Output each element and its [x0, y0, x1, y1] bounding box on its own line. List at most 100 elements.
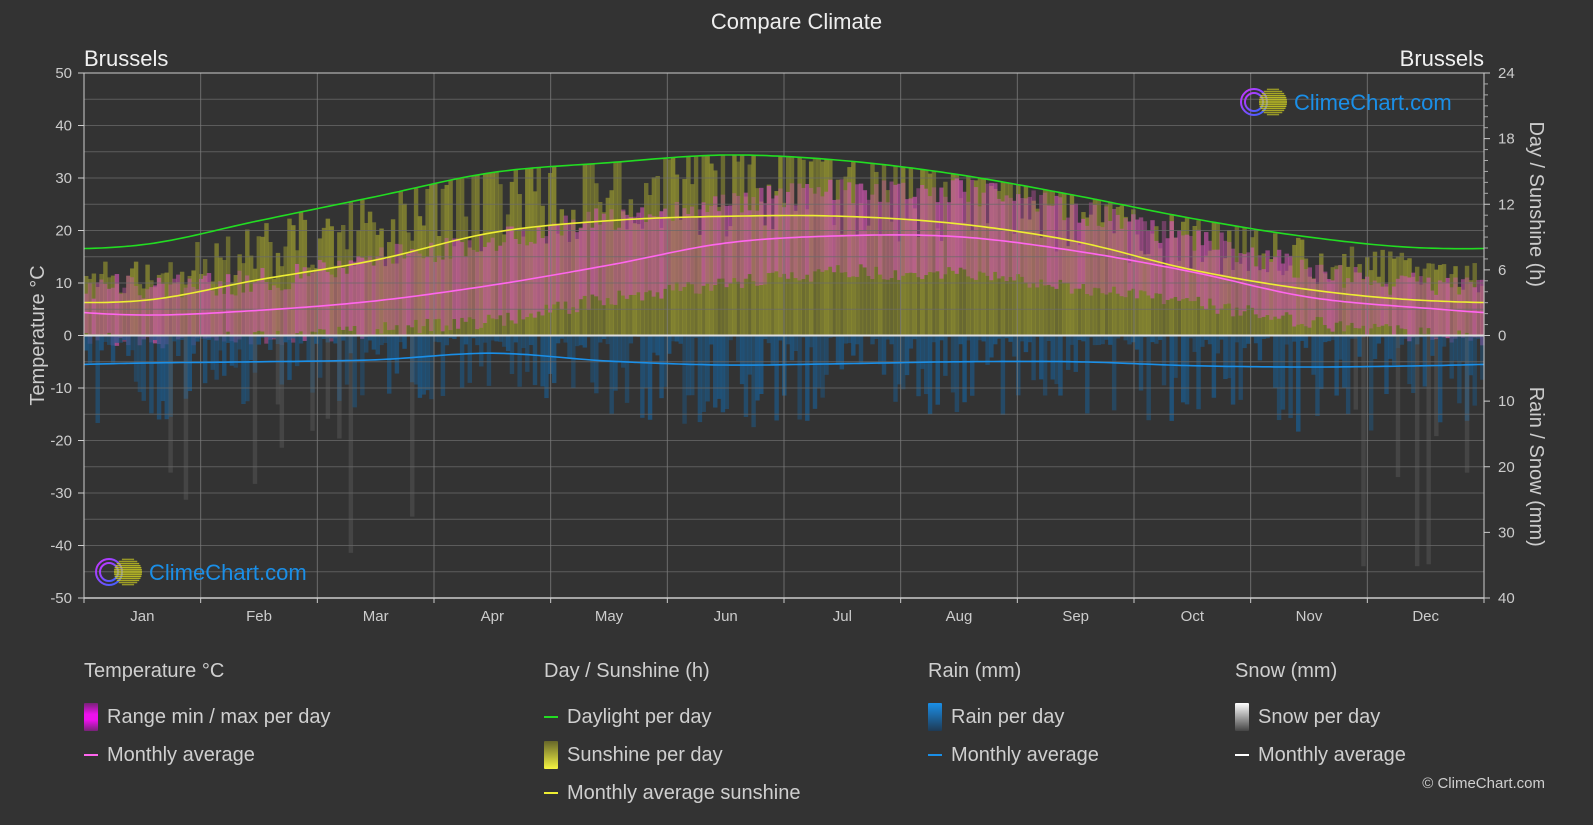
- rain-day-bar: [218, 335, 223, 351]
- rain-day-bar: [517, 335, 522, 387]
- temp-range-day-bar: [1411, 272, 1416, 338]
- month-tick-label: Jun: [714, 608, 738, 625]
- temp-range-day-bar: [774, 195, 779, 272]
- rain-day-bar: [835, 335, 841, 365]
- rain-day-bar: [789, 335, 795, 361]
- rain-day-bar: [141, 335, 146, 401]
- temp-range-day-bar: [107, 288, 112, 333]
- copyright: © ClimeChart.com: [1422, 775, 1545, 792]
- temp-range-day-bar: [1311, 278, 1316, 321]
- temp-range-day-bar: [1192, 250, 1197, 302]
- rain-day-bar: [1092, 335, 1098, 346]
- temp-range-day-bar: [801, 187, 806, 280]
- temp-range-day-bar: [693, 216, 699, 294]
- legend-item: Range min / max per day: [84, 698, 330, 736]
- rain-day-bar: [870, 335, 875, 345]
- temp-range-day-bar: [1012, 200, 1017, 281]
- rain-day-bar: [164, 335, 169, 420]
- legend-item: Rain per day: [928, 698, 1099, 736]
- rain-day-bar: [1284, 335, 1289, 345]
- left-tick-label: 0: [64, 328, 72, 345]
- rain-day-bar: [248, 335, 254, 361]
- rain-day-bar: [306, 335, 311, 362]
- rain-day-bar: [954, 335, 960, 413]
- temp-range-day-bar: [551, 223, 557, 305]
- rain-day-bar: [149, 335, 154, 414]
- rain-day-bar: [1111, 335, 1117, 411]
- temp-range-day-bar: [697, 209, 703, 294]
- left-tick-label: -40: [50, 538, 72, 555]
- rain-day-bar: [1096, 335, 1102, 346]
- rain-day-bar: [597, 335, 603, 343]
- rain-day-bar: [1184, 335, 1190, 405]
- temp-range-day-bar: [1253, 266, 1259, 315]
- line-icon: [84, 754, 98, 756]
- rain-day-bar: [467, 335, 472, 383]
- rain-day-bar: [1085, 335, 1090, 414]
- temp-range-day-bar: [862, 190, 868, 268]
- temp-range-day-bar: [805, 184, 810, 275]
- temp-range-day-bar: [893, 184, 898, 271]
- temp-range-day-bar: [329, 274, 334, 342]
- temp-range-day-bar: [1104, 206, 1109, 295]
- right-tick-label: 24: [1498, 65, 1515, 82]
- left-tick-label: -50: [50, 590, 72, 607]
- temp-range-day-bar: [456, 238, 461, 329]
- rain-day-bar: [847, 335, 852, 344]
- temp-range-day-bar: [475, 251, 480, 330]
- temp-range-day-bar: [1326, 279, 1332, 329]
- snow-day-bar: [252, 335, 258, 484]
- snow-day-bar: [1464, 335, 1470, 473]
- legend-item: Monthly average: [928, 736, 1099, 774]
- rain-day-bar: [1108, 335, 1113, 345]
- temp-range-day-bar: [1069, 204, 1075, 294]
- rain-day-bar: [1388, 335, 1393, 359]
- legend-heading: Temperature °C: [84, 660, 225, 682]
- temp-range-day-bar: [1399, 275, 1405, 329]
- temp-range-day-bar: [835, 199, 841, 266]
- temp-range-day-bar: [1292, 277, 1297, 327]
- rain-day-bar: [877, 335, 883, 365]
- temp-range-day-bar: [989, 182, 994, 281]
- rain-day-bar: [1000, 335, 1006, 415]
- rain-day-bar: [436, 335, 442, 343]
- temp-range-day-bar: [590, 227, 595, 295]
- temp-range-day-bar: [636, 212, 641, 293]
- rain-day-bar: [651, 335, 657, 353]
- rain-day-bar: [889, 335, 894, 345]
- snow-day-bar: [1353, 335, 1359, 410]
- rain-day-bar: [805, 335, 810, 421]
- left-tick-label: 40: [55, 118, 72, 135]
- rain-day-bar: [659, 335, 664, 399]
- rain-day-bar: [525, 335, 530, 372]
- temp-range-day-bar: [1384, 283, 1389, 325]
- temp-range-day-bar: [947, 202, 952, 268]
- rain-day-bar: [1468, 335, 1474, 376]
- temp-range-day-bar: [176, 274, 181, 340]
- rain-day-bar: [417, 335, 423, 398]
- rain-day-bar: [793, 335, 799, 352]
- rain-day-bar: [486, 335, 492, 386]
- rain-day-bar: [920, 335, 925, 369]
- rain-day-bar: [509, 335, 515, 374]
- temp-range-day-bar: [720, 194, 726, 279]
- temp-range-day-bar: [210, 290, 216, 338]
- temp-range-day-bar: [544, 236, 549, 305]
- temp-range-day-bar: [559, 235, 565, 310]
- temp-range-day-bar: [613, 229, 618, 305]
- rain-day-bar: [421, 335, 426, 395]
- rain-day-bar: [1180, 335, 1186, 403]
- rain-day-bar: [716, 335, 722, 399]
- temp-range-day-bar: [1200, 245, 1205, 307]
- right-tick-label: 0: [1498, 328, 1506, 345]
- temp-range-day-bar: [517, 244, 522, 310]
- rain-day-bar: [1372, 335, 1378, 359]
- temp-range-day-bar: [1169, 221, 1174, 299]
- rain-day-bar: [84, 335, 89, 351]
- rain-day-bar: [375, 335, 380, 355]
- rain-day-bar: [686, 335, 691, 396]
- snow-day-bar: [183, 335, 189, 500]
- rain-day-bar: [521, 335, 526, 349]
- legend-item: Monthly average: [84, 736, 330, 774]
- rain-day-bar: [1223, 335, 1228, 380]
